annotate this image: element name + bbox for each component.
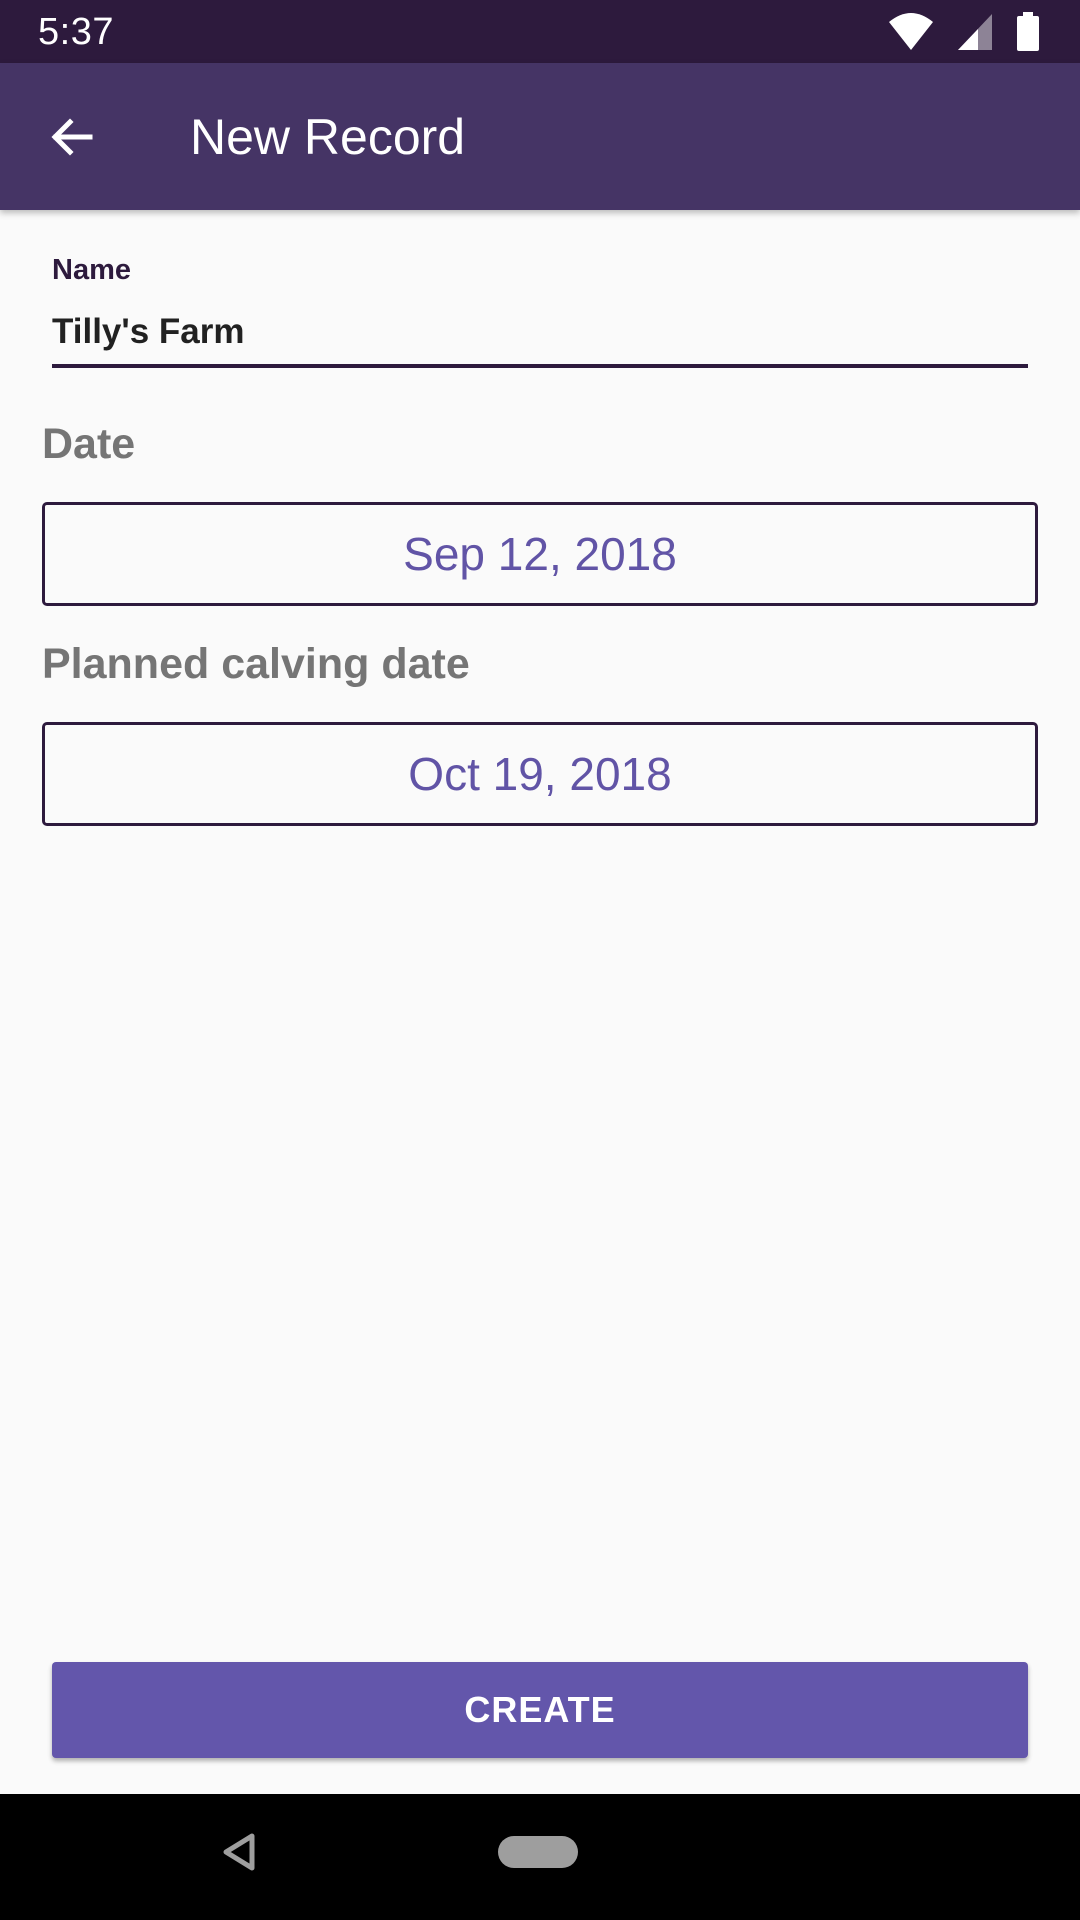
status-time: 5:37 xyxy=(38,11,114,53)
name-input[interactable] xyxy=(52,306,1028,368)
nav-home-pill[interactable] xyxy=(498,1836,578,1868)
name-label: Name xyxy=(52,254,131,286)
app-bar: New Record xyxy=(0,63,1080,210)
arrow-back-icon xyxy=(51,118,93,156)
navigation-bar xyxy=(0,1794,1080,1920)
screen: 5:37 New Record Name Date Sep 1 xyxy=(0,0,1080,1920)
date-label: Date xyxy=(42,420,136,468)
calving-date-label: Planned calving date xyxy=(42,640,470,688)
calving-date-picker-button[interactable]: Oct 19, 2018 xyxy=(42,722,1038,826)
page-title: New Record xyxy=(190,109,466,165)
signal-icon xyxy=(958,14,992,50)
nav-back-icon[interactable] xyxy=(220,1832,260,1872)
create-button[interactable]: CREATE xyxy=(52,1662,1028,1758)
wifi-icon xyxy=(889,13,933,50)
create-button-label: CREATE xyxy=(464,1689,616,1730)
date-picker-button[interactable]: Sep 12, 2018 xyxy=(42,502,1038,606)
status-bar: 5:37 xyxy=(0,0,1080,63)
calving-date-value: Oct 19, 2018 xyxy=(408,748,672,800)
date-value: Sep 12, 2018 xyxy=(403,528,677,580)
back-button[interactable] xyxy=(28,99,116,175)
battery-icon xyxy=(1017,12,1039,51)
